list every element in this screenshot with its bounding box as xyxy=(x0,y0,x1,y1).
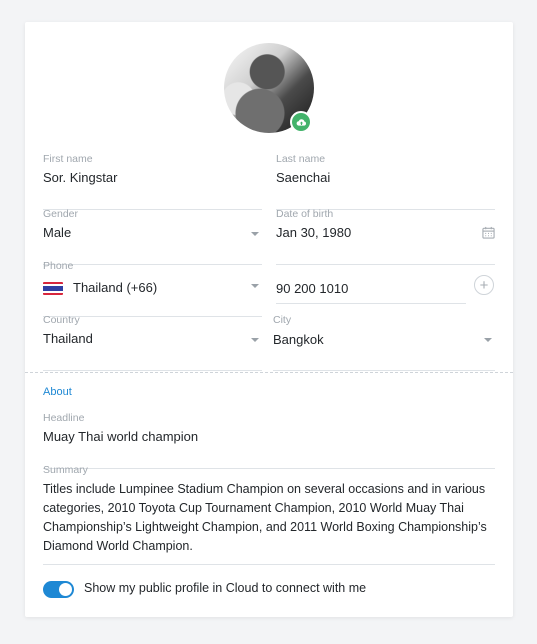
phone-number-field[interactable]: 90 200 1010 xyxy=(276,260,466,304)
last-name-field[interactable]: Last name Saenchai xyxy=(276,153,495,210)
gender-select[interactable]: Gender Male xyxy=(43,208,262,265)
country-value[interactable]: Thailand xyxy=(43,331,93,346)
city-select[interactable]: City Bangkok xyxy=(273,314,495,371)
country-label: Country xyxy=(43,314,80,326)
city-value[interactable]: Bangkok xyxy=(273,332,324,347)
date-of-birth-field[interactable]: Date of birth Jan 30, 1980 xyxy=(276,208,495,265)
date-of-birth-value[interactable]: Jan 30, 1980 xyxy=(276,225,351,240)
toggle-knob xyxy=(59,583,72,596)
calendar-icon[interactable] xyxy=(482,226,495,239)
chevron-down-icon[interactable] xyxy=(251,284,259,288)
gender-value[interactable]: Male xyxy=(43,225,71,240)
summary-textarea[interactable]: Titles include Lumpinee Stadium Champion… xyxy=(43,480,495,556)
section-divider xyxy=(25,372,513,373)
summary-field[interactable]: Summary Titles include Lumpinee Stadium … xyxy=(43,464,495,565)
phone-country-select[interactable]: Phone Thailand (+66) xyxy=(43,260,262,317)
chevron-down-icon[interactable] xyxy=(484,338,492,342)
date-of-birth-label: Date of birth xyxy=(276,208,334,220)
first-name-value[interactable]: Sor. Kingstar xyxy=(43,170,117,185)
last-name-label: Last name xyxy=(276,153,326,165)
headline-label: Headline xyxy=(43,412,85,424)
first-name-label: First name xyxy=(43,153,93,165)
last-name-value[interactable]: Saenchai xyxy=(276,170,330,185)
phone-number-value[interactable]: 90 200 1010 xyxy=(276,281,348,296)
add-phone-button[interactable]: + xyxy=(474,275,494,295)
chevron-down-icon[interactable] xyxy=(251,338,259,342)
summary-label: Summary xyxy=(43,464,88,476)
phone-label: Phone xyxy=(43,260,74,272)
avatar-container[interactable] xyxy=(224,43,314,133)
city-label: City xyxy=(273,314,292,326)
thailand-flag-icon xyxy=(43,282,63,295)
country-select[interactable]: Country Thailand xyxy=(43,314,262,371)
phone-country-value[interactable]: Thailand (+66) xyxy=(73,280,157,295)
profile-card: First name Sor. Kingstar Last name Saenc… xyxy=(25,22,513,617)
chevron-down-icon[interactable] xyxy=(251,232,259,236)
gender-label: Gender xyxy=(43,208,79,220)
upload-cloud-icon[interactable] xyxy=(290,111,312,133)
public-profile-toggle-label: Show my public profile in Cloud to conne… xyxy=(84,581,367,595)
public-profile-toggle[interactable] xyxy=(43,581,74,598)
first-name-field[interactable]: First name Sor. Kingstar xyxy=(43,153,262,210)
about-section-title: About xyxy=(43,386,72,398)
headline-field[interactable]: Headline Muay Thai world champion xyxy=(43,412,495,469)
headline-value[interactable]: Muay Thai world champion xyxy=(43,429,198,444)
